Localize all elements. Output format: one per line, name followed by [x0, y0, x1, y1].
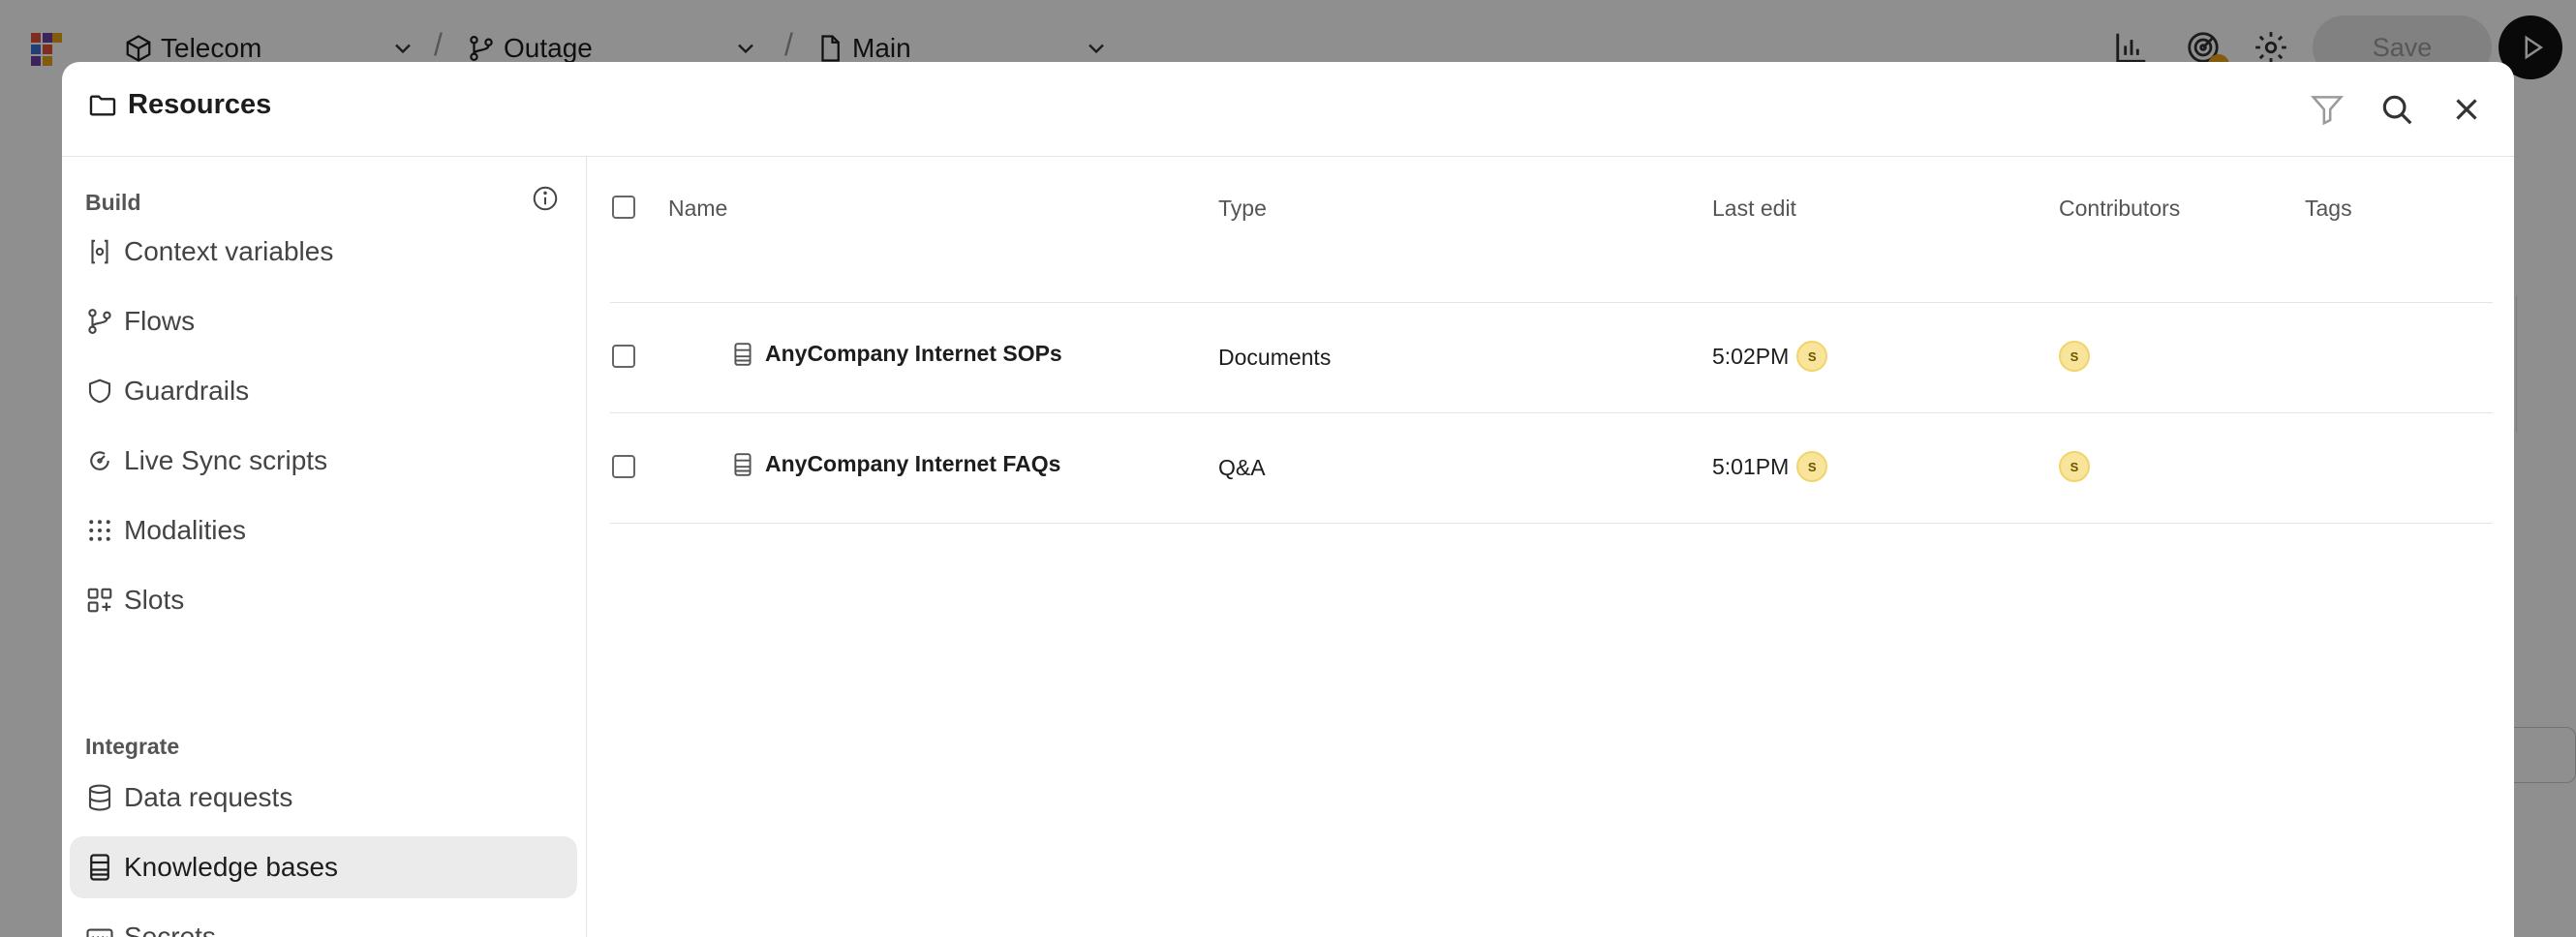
secret-icon: [86, 928, 113, 937]
sidebar-item-label: Context variables: [124, 236, 334, 266]
row-name: AnyCompany Internet SOPs: [765, 341, 1062, 366]
column-header-contributors[interactable]: Contributors: [2059, 196, 2180, 222]
section-label-build: Build: [85, 190, 141, 215]
sidebar-item-live-sync-scripts[interactable]: Live Sync scripts: [70, 430, 577, 492]
resources-modal: Resources Build Context variables Flows …: [62, 62, 2514, 937]
slots-icon: [87, 588, 112, 613]
knowledge-base-icon: [734, 452, 751, 476]
info-icon[interactable]: [531, 184, 560, 213]
sidebar-item-label: Knowledge bases: [124, 852, 339, 882]
sidebar-item-knowledge-bases[interactable]: Knowledge bases: [70, 836, 577, 898]
row-checkbox[interactable]: [612, 455, 635, 478]
sidebar-item-context-variables[interactable]: Context variables: [70, 221, 577, 283]
row-last-edit: 5:02PM S: [1712, 341, 1828, 372]
row-checkbox[interactable]: [612, 345, 635, 368]
sidebar-item-label: Guardrails: [124, 376, 250, 406]
avatar: S: [2059, 341, 2090, 372]
sidebar-item-secrets[interactable]: Secrets: [70, 906, 577, 937]
column-header-type[interactable]: Type: [1218, 196, 1267, 222]
row-type: Documents: [1218, 345, 1332, 370]
sync-icon: [90, 451, 109, 470]
close-icon[interactable]: [2448, 91, 2485, 128]
context-variable-icon: [91, 239, 108, 264]
knowledge-base-icon: [734, 342, 751, 366]
grid-dots-icon: [89, 520, 110, 541]
avatar: S: [1796, 341, 1828, 372]
row-contributors: S: [2059, 341, 2090, 372]
folder-icon: [89, 94, 116, 116]
knowledge-base-icon: [90, 854, 109, 881]
row-name: AnyCompany Internet FAQs: [765, 451, 1061, 476]
resources-table: Name Type Last edit Contributors Tags An…: [587, 157, 2514, 937]
sidebar-item-modalities[interactable]: Modalities: [70, 499, 577, 561]
select-all-checkbox[interactable]: [612, 196, 635, 219]
sidebar-item-label: Slots: [124, 585, 185, 615]
sidebar-item-label: Secrets: [124, 922, 216, 937]
row-divider: [610, 412, 2493, 413]
last-edit-time: 5:01PM: [1712, 453, 1790, 479]
sidebar-item-data-requests[interactable]: Data requests: [70, 767, 577, 829]
sidebar-item-label: Live Sync scripts: [124, 445, 328, 475]
sidebar-item-flows[interactable]: Flows: [70, 290, 577, 352]
header-divider: [610, 302, 2493, 303]
sidebar-item-label: Flows: [124, 306, 196, 336]
database-icon: [88, 784, 111, 811]
sidebar-item-slots[interactable]: Slots: [70, 569, 577, 631]
search-icon[interactable]: [2378, 91, 2415, 128]
row-divider: [610, 523, 2493, 524]
modal-title-text: Resources: [128, 89, 272, 120]
filter-icon[interactable]: [2309, 91, 2346, 128]
section-label-integrate: Integrate: [85, 734, 180, 759]
column-header-name[interactable]: Name: [668, 196, 727, 222]
modal-header: Resources: [62, 62, 2514, 157]
avatar: S: [2059, 451, 2090, 482]
sidebar-item-label: Modalities: [124, 515, 247, 545]
avatar: S: [1796, 451, 1828, 482]
table-row[interactable]: AnyCompany Internet FAQs: [730, 451, 1060, 477]
modal-title: Resources: [87, 89, 271, 121]
row-type: Q&A: [1218, 455, 1266, 480]
flow-icon: [88, 309, 111, 334]
table-row[interactable]: AnyCompany Internet SOPs: [730, 341, 1062, 367]
sidebar-item-guardrails[interactable]: Guardrails: [70, 360, 577, 422]
last-edit-time: 5:02PM: [1712, 343, 1790, 369]
resources-sidebar: Build Context variables Flows Guardrails…: [62, 157, 587, 937]
sidebar-item-label: Data requests: [124, 782, 293, 812]
column-header-last-edit[interactable]: Last edit: [1712, 196, 1796, 222]
column-header-tags[interactable]: Tags: [2305, 196, 2352, 222]
row-last-edit: 5:01PM S: [1712, 451, 1828, 482]
shield-icon: [88, 378, 111, 404]
row-contributors: S: [2059, 451, 2090, 482]
